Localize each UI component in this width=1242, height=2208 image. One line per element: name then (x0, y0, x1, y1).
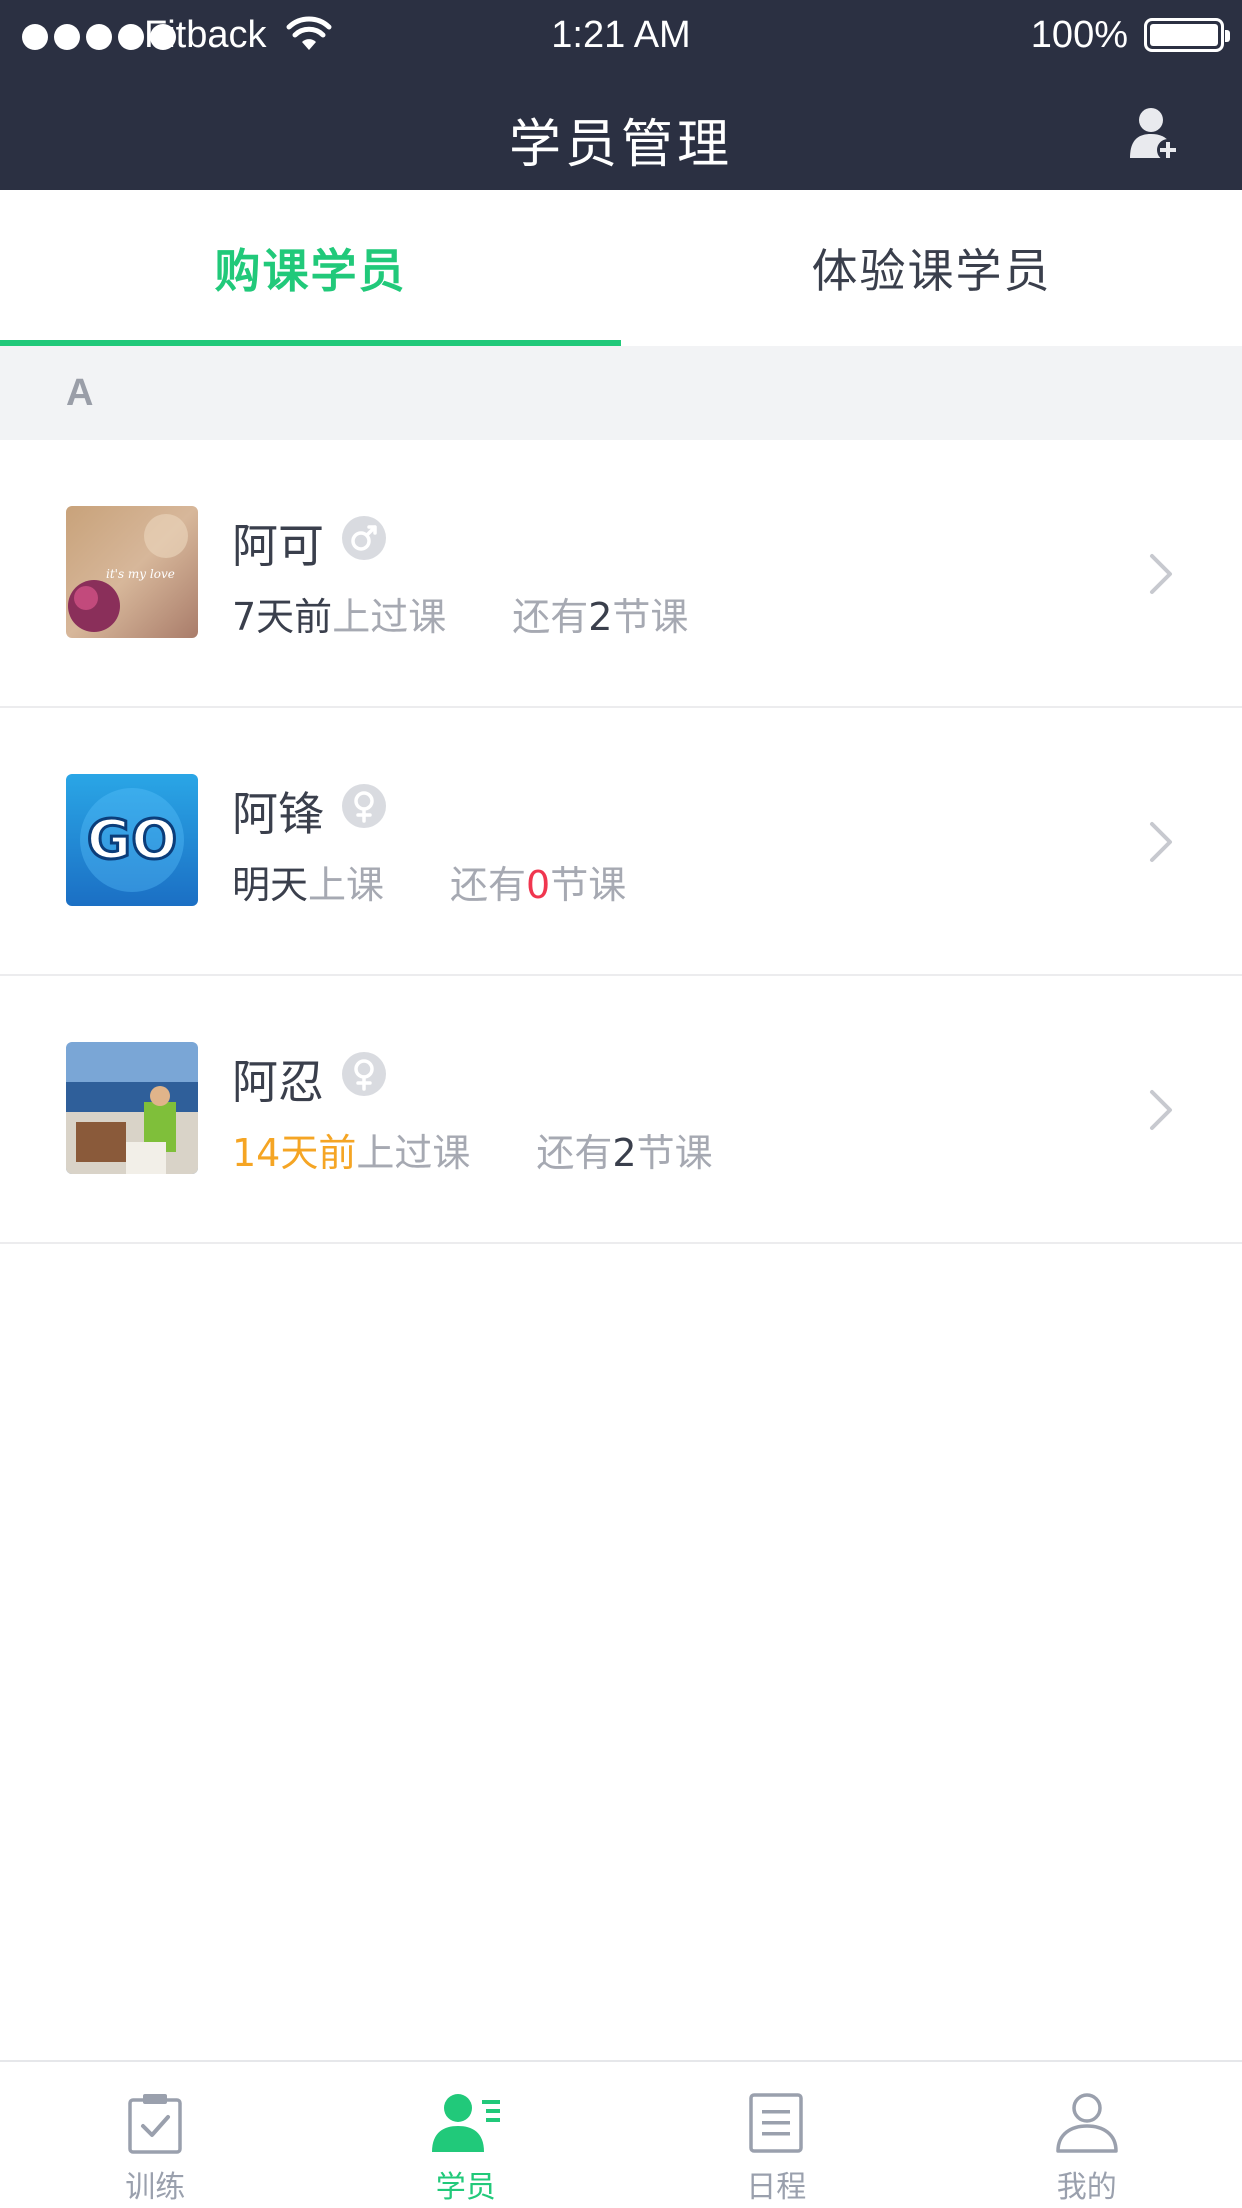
avatar: it's my love (66, 506, 198, 638)
segment-tabs: 购课学员 体验课学员 (0, 190, 1242, 346)
tabbar-label: 训练 (125, 2170, 186, 2205)
last-class-suffix: 上过课 (356, 1131, 471, 1175)
remaining-prefix: 还有 (512, 595, 589, 639)
student-list: it's my love 阿可 7天前上过课 还有2节课 GO 阿锋 明天上课 … (0, 440, 1242, 1244)
next-class-suffix: 上课 (308, 863, 385, 907)
tabbar-item-schedule[interactable]: 日程 (621, 2062, 932, 2208)
chevron-right-icon (1150, 554, 1172, 594)
remaining-prefix: 还有 (450, 863, 527, 907)
student-class-info: 7天前上过课 还有2节课 (232, 586, 688, 641)
section-header: A (0, 346, 1242, 440)
battery-icon (1144, 18, 1230, 52)
tabbar-label: 我的 (1056, 2170, 1117, 2205)
student-row[interactable]: GO 阿锋 明天上课 还有0节课 (0, 708, 1242, 976)
remaining-suffix: 节课 (636, 1131, 713, 1175)
tabbar-item-profile[interactable]: 我的 (932, 2062, 1242, 2208)
students-icon (431, 2094, 500, 2152)
screen: Fitback 1:21 AM 100% 学员管理 购课学员 体验课学员 A i… (0, 0, 1242, 2208)
avatar: GO (66, 774, 198, 906)
battery-percentage: 100% (1030, 14, 1128, 56)
tabbar-item-training[interactable]: 训练 (0, 2062, 311, 2208)
top-bar: Fitback 1:21 AM 100% 学员管理 (0, 0, 1242, 190)
last-class-time: 14天前 (232, 1131, 357, 1175)
tabbar-label: 学员 (435, 2170, 496, 2205)
clipboard-check-icon (128, 2094, 182, 2154)
student-name: 阿忍 (232, 1055, 324, 1109)
female-icon (342, 1052, 386, 1096)
student-row[interactable]: 阿忍 14天前上过课 还有2节课 (0, 976, 1242, 1244)
male-icon (342, 516, 386, 560)
chevron-right-icon (1150, 822, 1172, 862)
add-user-icon[interactable] (1130, 106, 1180, 162)
remaining-suffix: 节课 (550, 863, 627, 907)
svg-text:GO: GO (87, 808, 177, 871)
schedule-icon (749, 2093, 803, 2153)
tabbar-label: 日程 (746, 2170, 807, 2205)
tab-purchased-students[interactable]: 购课学员 (0, 190, 621, 346)
student-name: 阿锋 (232, 787, 324, 841)
female-icon (342, 784, 386, 828)
section-letter: A (66, 372, 94, 414)
remaining-suffix: 节课 (612, 595, 689, 639)
remaining-count: 2 (588, 595, 613, 639)
student-class-info: 明天上课 还有0节课 (232, 854, 626, 909)
tab-trial-students[interactable]: 体验课学员 (621, 190, 1242, 346)
remaining-count: 2 (612, 1131, 637, 1175)
last-class-suffix: 上过课 (332, 595, 447, 639)
page-title: 学员管理 (508, 115, 733, 175)
last-class-time: 7天前 (232, 595, 333, 639)
chevron-right-icon (1150, 1090, 1172, 1130)
tabbar-item-students[interactable]: 学员 (311, 2062, 622, 2208)
student-name: 阿可 (232, 519, 324, 573)
student-class-info: 14天前上过课 还有2节课 (232, 1122, 713, 1177)
remaining-prefix: 还有 (536, 1131, 613, 1175)
student-row[interactable]: it's my love 阿可 7天前上过课 还有2节课 (0, 440, 1242, 708)
next-class-time: 明天 (232, 863, 309, 907)
remaining-count: 0 (526, 863, 551, 907)
status-bar: Fitback 1:21 AM 100% (0, 0, 1242, 72)
avatar (66, 1042, 198, 1174)
bottom-tab-bar: 训练 学员 日程 我的 (0, 2060, 1242, 2208)
profile-icon (1056, 2093, 1118, 2153)
svg-text:it's my love: it's my love (106, 567, 175, 581)
